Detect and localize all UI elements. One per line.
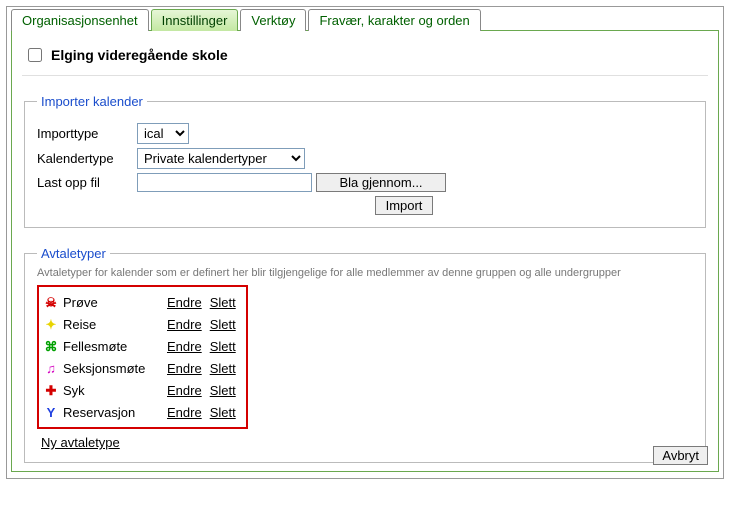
avtaletype-row: ✦ Reise Endre Slett xyxy=(43,313,240,335)
file-input[interactable] xyxy=(137,173,312,192)
avtaletype-row: ✚ Syk Endre Slett xyxy=(43,379,240,401)
file-label: Last opp fil xyxy=(37,175,137,190)
avtaletyper-hint: Avtaletyper for kalender som er definert… xyxy=(37,267,693,279)
tab-fravaer[interactable]: Fravær, karakter og orden xyxy=(308,9,480,31)
slett-link[interactable]: Slett xyxy=(210,339,236,354)
tab-verktoy[interactable]: Verktøy xyxy=(240,9,306,31)
avtaletype-name: Reise xyxy=(63,317,163,332)
school-title: Elging videregående skole xyxy=(51,47,228,63)
importtype-select[interactable]: ical xyxy=(137,123,189,144)
endre-link[interactable]: Endre xyxy=(167,317,202,332)
importtype-label: Importtype xyxy=(37,126,137,141)
import-button[interactable]: Import xyxy=(375,196,433,215)
slett-link[interactable]: Slett xyxy=(210,295,236,310)
avtaletype-name: Fellesmøte xyxy=(63,339,163,354)
avtaletype-row: ☠ Prøve Endre Slett xyxy=(43,291,240,313)
avtaletype-name: Prøve xyxy=(63,295,163,310)
slett-link[interactable]: Slett xyxy=(210,405,236,420)
avtaletype-icon: Y xyxy=(43,406,59,419)
avtaletype-icon: ☠ xyxy=(43,296,59,309)
endre-link[interactable]: Endre xyxy=(167,383,202,398)
avtaletype-name: Seksjonsmøte xyxy=(63,361,163,376)
import-kalender-fieldset: Importer kalender Importtype ical Kalend… xyxy=(24,94,706,228)
slett-link[interactable]: Slett xyxy=(210,383,236,398)
avtaletype-row: Y Reservasjon Endre Slett xyxy=(43,401,240,423)
browse-button[interactable]: Bla gjennom... xyxy=(316,173,446,192)
avtaletyper-legend: Avtaletyper xyxy=(37,246,110,261)
avbryt-button[interactable]: Avbryt xyxy=(653,446,708,465)
avtaletype-name: Syk xyxy=(63,383,163,398)
import-kalender-legend: Importer kalender xyxy=(37,94,147,109)
kalendertype-label: Kalendertype xyxy=(37,151,137,166)
endre-link[interactable]: Endre xyxy=(167,405,202,420)
settings-panel: Elging videregående skole Importer kalen… xyxy=(11,30,719,472)
avtaletype-icon: ♫ xyxy=(43,362,59,375)
tab-bar: Organisasjonsenhet Innstillinger Verktøy… xyxy=(11,9,719,31)
avtaletype-row: ♫ Seksjonsmøte Endre Slett xyxy=(43,357,240,379)
avtaletype-icon: ✚ xyxy=(43,384,59,397)
main-window: Organisasjonsenhet Innstillinger Verktøy… xyxy=(6,6,724,479)
slett-link[interactable]: Slett xyxy=(210,317,236,332)
school-checkbox[interactable] xyxy=(28,48,42,62)
avtaletyper-table: ☠ Prøve Endre Slett ✦ Reise Endre Slett ⌘ Fellesm… xyxy=(37,285,248,429)
avtaletyper-fieldset: Avtaletyper Avtaletyper for kalender som… xyxy=(24,246,706,463)
kalendertype-select[interactable]: Private kalendertyper xyxy=(137,148,305,169)
avtaletype-row: ⌘ Fellesmøte Endre Slett xyxy=(43,335,240,357)
avtaletype-icon: ✦ xyxy=(43,318,59,331)
panel-header: Elging videregående skole xyxy=(22,39,708,76)
avtaletype-icon: ⌘ xyxy=(43,340,59,353)
endre-link[interactable]: Endre xyxy=(167,295,202,310)
slett-link[interactable]: Slett xyxy=(210,361,236,376)
tab-innstillinger[interactable]: Innstillinger xyxy=(151,9,239,31)
avtaletype-name: Reservasjon xyxy=(63,405,163,420)
tab-organisasjonsenhet[interactable]: Organisasjonsenhet xyxy=(11,9,149,31)
endre-link[interactable]: Endre xyxy=(167,339,202,354)
endre-link[interactable]: Endre xyxy=(167,361,202,376)
ny-avtaletype-link[interactable]: Ny avtaletype xyxy=(41,435,120,450)
